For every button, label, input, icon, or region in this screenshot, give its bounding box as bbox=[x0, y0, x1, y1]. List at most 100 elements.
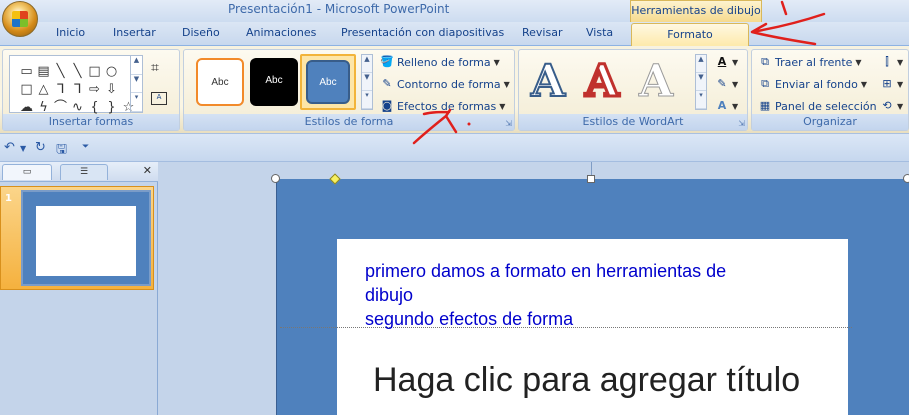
chevron-down-icon: ▼ bbox=[897, 79, 904, 89]
group-shape-styles: Abc Abc Abc ▲ ▼ ▾ 🪣 Relleno de forma ▼ ✎… bbox=[183, 49, 515, 131]
shape-fill-button[interactable]: 🪣 Relleno de forma ▼ bbox=[380, 55, 500, 69]
chevron-down-icon: ▼ bbox=[897, 57, 904, 67]
selection-pane-icon: ▦ bbox=[759, 99, 771, 112]
text-effects-button[interactable]: A ▼ bbox=[715, 99, 738, 113]
outline-tab-icon[interactable]: ☰ bbox=[60, 164, 108, 180]
save-icon[interactable]: 🖫 bbox=[56, 140, 67, 162]
more-icon[interactable]: ▾ bbox=[362, 91, 372, 109]
slide-editor: primero damos a formato en herramientas … bbox=[159, 162, 909, 415]
annotation-note[interactable]: primero damos a formato en herramientas … bbox=[365, 259, 825, 331]
slide-thumbnail-row[interactable]: 1 bbox=[0, 186, 154, 290]
group-insert-shapes: ▭ ▤ ╲ ╲ □ ○ □ △ ᒣ ᒣ ⇨ ⇩ ☁ ϟ ⌒ ∿ { } ☆ ▲ … bbox=[2, 49, 180, 131]
wordart-style-red-outline[interactable]: A bbox=[583, 55, 620, 109]
shapes-gallery-scroll[interactable]: ▲ ▼ ▾ bbox=[130, 56, 142, 113]
selection-pane-button[interactable]: ▦ Panel de selección bbox=[758, 99, 877, 113]
chevron-down-icon[interactable]: ▼ bbox=[20, 144, 26, 153]
dialog-launcher-icon[interactable]: ⇲ bbox=[505, 119, 512, 128]
scroll-up-icon[interactable]: ▲ bbox=[362, 55, 372, 73]
shape-styles-scroll[interactable]: ▲ ▼ ▾ bbox=[361, 54, 373, 110]
line-icon[interactable]: ╲ bbox=[69, 63, 86, 81]
down-arrow-icon[interactable]: ⇩ bbox=[103, 81, 120, 99]
tab-insertar[interactable]: Insertar bbox=[113, 26, 156, 39]
tab-formato[interactable]: Formato bbox=[631, 23, 749, 47]
text-outline-button[interactable]: ✎ ▼ bbox=[715, 77, 738, 91]
send-to-back-button[interactable]: ⧉ Enviar al fondo ▼ bbox=[758, 77, 867, 91]
tab-inicio[interactable]: Inicio bbox=[56, 26, 85, 39]
resize-handle[interactable] bbox=[271, 174, 280, 183]
text-fill-icon: A bbox=[717, 55, 727, 68]
scroll-down-icon[interactable]: ▼ bbox=[696, 73, 706, 91]
shape-style-orange-outline[interactable]: Abc bbox=[196, 58, 244, 106]
textbox-shape-icon[interactable]: ▤ bbox=[35, 63, 52, 81]
shape-effects-icon: ◙ bbox=[381, 99, 393, 112]
rectangle-icon[interactable]: □ bbox=[86, 63, 103, 81]
title-placeholder-text: Haga clic para agregar título bbox=[373, 361, 801, 399]
wordart-style-white[interactable]: A bbox=[638, 56, 673, 108]
align-icon: ⫿ bbox=[885, 55, 889, 68]
chevron-down-icon: ▼ bbox=[493, 57, 500, 67]
shape-style-black[interactable]: Abc bbox=[250, 58, 298, 106]
chevron-down-icon: ▼ bbox=[732, 101, 739, 111]
slide-thumbnail[interactable] bbox=[21, 190, 151, 286]
tab-vista[interactable]: Vista bbox=[586, 26, 613, 39]
group-label-wordart-styles: Estilos de WordArt bbox=[519, 114, 747, 130]
shape-style-blue[interactable]: Abc bbox=[306, 60, 350, 104]
slide-thumbnail-content bbox=[36, 206, 136, 276]
close-icon[interactable]: ✕ bbox=[143, 164, 152, 177]
scroll-up-icon[interactable]: ▲ bbox=[696, 55, 706, 73]
tab-revisar[interactable]: Revisar bbox=[522, 26, 562, 39]
align-button[interactable]: ⫿ ▼ bbox=[880, 55, 903, 69]
shape-outline-button[interactable]: ✎ Contorno de forma ▼ bbox=[380, 77, 510, 91]
redo-icon[interactable]: ↻ bbox=[35, 140, 46, 155]
rectangle-icon[interactable]: ▭ bbox=[18, 63, 35, 81]
tab-presentacion[interactable]: Presentación con diapositivas bbox=[341, 26, 504, 39]
pencil-icon: ✎ bbox=[382, 77, 392, 90]
square-icon[interactable]: □ bbox=[18, 81, 35, 99]
right-arrow-icon[interactable]: ⇨ bbox=[86, 81, 103, 99]
office-button-icon[interactable] bbox=[2, 1, 38, 37]
scroll-down-icon[interactable]: ▼ bbox=[362, 73, 372, 91]
group-objects-button[interactable]: ⊞ ▼ bbox=[880, 77, 903, 91]
resize-handle[interactable] bbox=[903, 174, 909, 183]
ribbon: ▭ ▤ ╲ ╲ □ ○ □ △ ᒣ ᒣ ⇨ ⇩ ☁ ϟ ⌒ ∿ { } ☆ ▲ … bbox=[0, 46, 909, 134]
rotate-button[interactable]: ⟲ ▼ bbox=[880, 99, 903, 113]
chevron-down-icon: ▼ bbox=[860, 79, 867, 89]
ribbon-tabs: Inicio Insertar Diseño Animaciones Prese… bbox=[0, 22, 909, 47]
send-back-icon: ⧉ bbox=[761, 77, 769, 90]
bring-to-front-button[interactable]: ⧉ Traer al frente ▼ bbox=[758, 55, 862, 69]
edit-shape-icon[interactable]: ⌗ bbox=[151, 60, 159, 76]
shapes-gallery[interactable]: ▭ ▤ ╲ ╲ □ ○ □ △ ᒣ ᒣ ⇨ ⇩ ☁ ϟ ⌒ ∿ { } ☆ ▲ … bbox=[9, 55, 143, 115]
customize-toolbar-icon[interactable]: ⏷ bbox=[82, 142, 89, 152]
undo-icon[interactable]: ↶ bbox=[4, 140, 15, 155]
elbow-connector-icon[interactable]: ᒣ bbox=[69, 81, 86, 99]
chevron-down-icon: ▼ bbox=[503, 79, 510, 89]
scroll-up-icon[interactable]: ▲ bbox=[131, 56, 142, 75]
slides-tab-icon[interactable]: ▭ bbox=[2, 164, 52, 180]
triangle-icon[interactable]: △ bbox=[35, 81, 52, 99]
title-bar: Presentación1 - Microsoft PowerPoint Her… bbox=[0, 0, 909, 22]
line-icon[interactable]: ╲ bbox=[52, 63, 69, 81]
tab-animaciones[interactable]: Animaciones bbox=[246, 26, 316, 39]
scroll-down-icon[interactable]: ▼ bbox=[131, 75, 142, 94]
textbox-icon[interactable]: A bbox=[151, 92, 167, 105]
wordart-style-blue-outline[interactable]: A bbox=[530, 55, 566, 108]
shape-effects-button[interactable]: ◙ Efectos de formas ▼ bbox=[380, 99, 506, 113]
title-placeholder[interactable]: primero damos a formato en herramientas … bbox=[280, 239, 852, 415]
wordart-scroll[interactable]: ▲ ▼ ▾ bbox=[695, 54, 707, 110]
elbow-connector-icon[interactable]: ᒣ bbox=[52, 81, 69, 99]
text-outline-icon: ✎ bbox=[717, 77, 727, 90]
text-fill-button[interactable]: A ▼ bbox=[715, 55, 738, 69]
text-effects-icon: A bbox=[717, 99, 727, 112]
slide-number: 1 bbox=[5, 193, 12, 204]
chevron-down-icon: ▼ bbox=[499, 101, 506, 111]
resize-handle[interactable] bbox=[587, 175, 595, 183]
shape-effects-label: Efectos de formas bbox=[397, 99, 497, 113]
chevron-down-icon: ▼ bbox=[855, 57, 862, 67]
tab-diseno[interactable]: Diseño bbox=[182, 26, 220, 39]
more-icon[interactable]: ▾ bbox=[696, 91, 706, 109]
dialog-launcher-icon[interactable]: ⇲ bbox=[738, 119, 745, 128]
paint-bucket-icon: 🪣 bbox=[380, 55, 394, 68]
more-icon[interactable]: ▾ bbox=[131, 93, 142, 113]
slide-canvas[interactable]: primero damos a formato en herramientas … bbox=[276, 179, 909, 415]
oval-icon[interactable]: ○ bbox=[103, 63, 120, 81]
